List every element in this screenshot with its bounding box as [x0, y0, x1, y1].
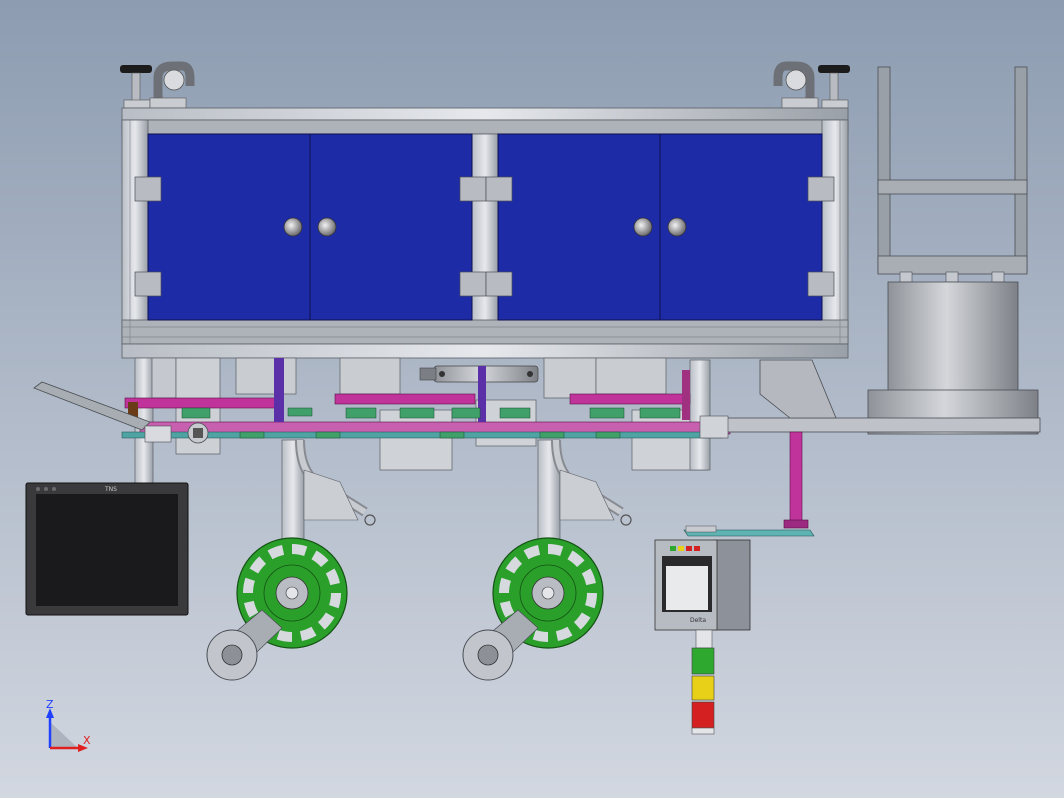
cad-viewport[interactable]: TNS Delta Z X: [0, 0, 1064, 798]
touch-monitor[interactable]: TNS: [25, 482, 189, 616]
model-canvas: TNS Delta Z X: [0, 0, 1064, 798]
monitor-brand-label: TNS: [104, 486, 117, 493]
stack-light-green: [691, 647, 715, 675]
stack-light-red: [691, 701, 715, 729]
hmi-brand-label: Delta: [690, 617, 706, 624]
x-axis-label: X: [83, 734, 91, 747]
rotary-base: [867, 281, 1039, 435]
z-axis-label: Z: [46, 698, 54, 711]
hmi-panel[interactable]: Delta: [654, 539, 751, 631]
stack-light-yellow: [691, 675, 715, 701]
